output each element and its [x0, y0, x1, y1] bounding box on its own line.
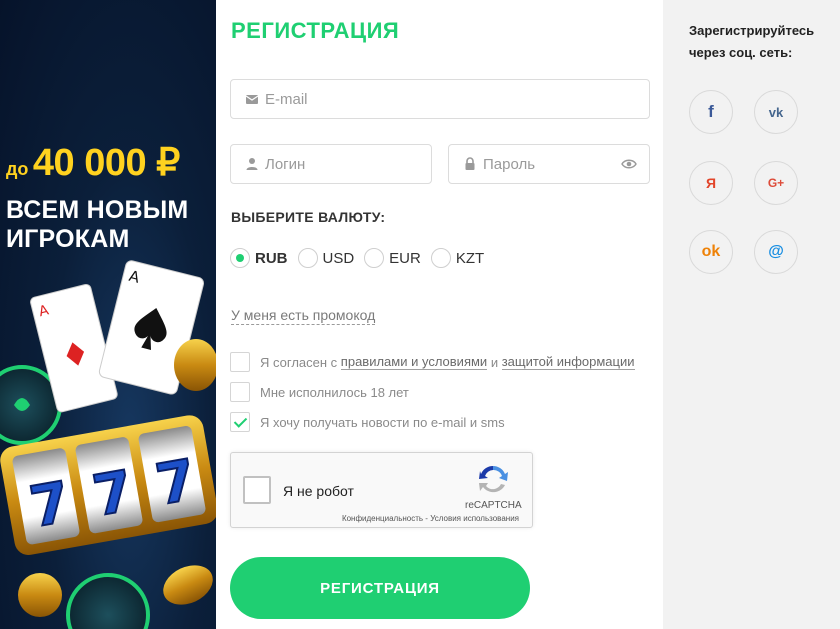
news-label: Я хочу получать новости по e-mail и sms — [260, 414, 505, 430]
promo-bonus-prefix: до — [6, 159, 29, 179]
recaptcha-checkbox[interactable] — [243, 476, 271, 504]
social-login-panel: Зарегистрируйтесь через соц. сеть: f vk … — [663, 0, 840, 629]
login-input[interactable] — [265, 145, 431, 183]
google-plus-button[interactable]: G+ — [754, 161, 798, 205]
user-icon — [246, 158, 258, 170]
form-title: РЕГИСТРАЦИЯ — [231, 18, 400, 43]
currency-radio-group: RUB USD EUR KZT — [230, 248, 494, 268]
promo-bonus: до 40 000 ₽ — [6, 140, 180, 185]
rules-link[interactable]: правилами и условиями — [340, 354, 488, 370]
odnoklassniki-button[interactable]: ok — [689, 230, 733, 274]
recaptcha-widget: Я не робот reCAPTCHA Конфиденциальность … — [230, 452, 533, 528]
currency-eur-radio[interactable]: EUR — [364, 248, 421, 268]
terms-prefix: Я согласен с — [260, 354, 338, 370]
terms-and: и — [490, 354, 499, 370]
password-field[interactable] — [448, 144, 650, 184]
facebook-button[interactable]: f — [689, 90, 733, 134]
mail-ru-icon: @ — [768, 243, 784, 260]
recaptcha-brand: reCAPTCHA — [465, 500, 522, 511]
vkontakte-button[interactable]: vk — [754, 90, 798, 134]
radio-label: USD — [322, 249, 355, 267]
google-plus-icon: G+ — [767, 176, 785, 190]
radio-label: RUB — [255, 249, 288, 267]
radio-label: EUR — [389, 249, 421, 267]
envelope-icon — [245, 95, 259, 104]
terms-checkbox-row: Я согласен с правилами и условиями и защ… — [230, 352, 635, 372]
terms-checkbox[interactable] — [230, 352, 250, 372]
mail-ru-button[interactable]: @ — [754, 230, 798, 274]
register-button[interactable]: РЕГИСТРАЦИЯ — [230, 557, 530, 619]
password-input[interactable] — [483, 145, 621, 183]
email-field[interactable] — [230, 79, 650, 119]
social-title: Зарегистрируйтесь через соц. сеть: — [689, 23, 815, 60]
odnoklassniki-icon: ok — [701, 243, 721, 260]
currency-kzt-radio[interactable]: KZT — [430, 248, 485, 268]
radio-circle[interactable] — [430, 248, 451, 268]
email-input[interactable] — [265, 80, 649, 118]
currency-rub-radio[interactable]: RUB — [230, 248, 288, 268]
age-label: Мне исполнилось 18 лет — [260, 384, 409, 400]
currency-usd-radio[interactable]: USD — [297, 248, 355, 268]
login-field[interactable] — [230, 144, 432, 184]
yandex-button[interactable]: Я — [689, 161, 733, 205]
age-checkbox[interactable] — [230, 382, 250, 402]
age-checkbox-row: Мне исполнилось 18 лет — [230, 382, 409, 402]
promo-code-link[interactable]: У меня есть промокод — [231, 306, 376, 325]
lock-icon — [465, 157, 475, 170]
recaptcha-terms[interactable]: Конфиденциальность - Условия использован… — [342, 514, 519, 523]
news-checkbox[interactable] — [230, 412, 250, 432]
promo-headline-line2: ИГРОКАМ — [6, 225, 130, 253]
promo-headline-line1: ВСЕМ НОВЫМ — [6, 196, 189, 224]
registration-form: РЕГИСТРАЦИЯ ВЫБЕРИТЕ ВАЛЮТУ: RUB — [216, 0, 663, 629]
promo-bonus-amount: 40 000 ₽ — [32, 142, 180, 184]
radio-circle[interactable] — [297, 248, 318, 268]
casino-illustration: A A 7 7 7 — [0, 260, 216, 629]
yandex-icon: Я — [705, 175, 717, 191]
eye-icon[interactable] — [621, 157, 637, 171]
radio-circle[interactable] — [364, 248, 385, 268]
news-checkbox-row: Я хочу получать новости по e-mail и sms — [230, 412, 505, 432]
facebook-icon: f — [708, 102, 714, 121]
radio-circle[interactable] — [230, 248, 250, 268]
recaptcha-logo-icon — [479, 466, 508, 493]
currency-title: ВЫБЕРИТЕ ВАЛЮТУ: — [231, 209, 386, 225]
recaptcha-label: Я не робот — [283, 483, 354, 499]
privacy-link[interactable]: защитой информации — [501, 354, 635, 370]
promo-banner[interactable]: до 40 000 ₽ ВСЕМ НОВЫМ ИГРОКАМ A A 7 7 7 — [0, 0, 216, 629]
vkontakte-icon: vk — [768, 104, 784, 120]
radio-label: KZT — [455, 249, 485, 267]
